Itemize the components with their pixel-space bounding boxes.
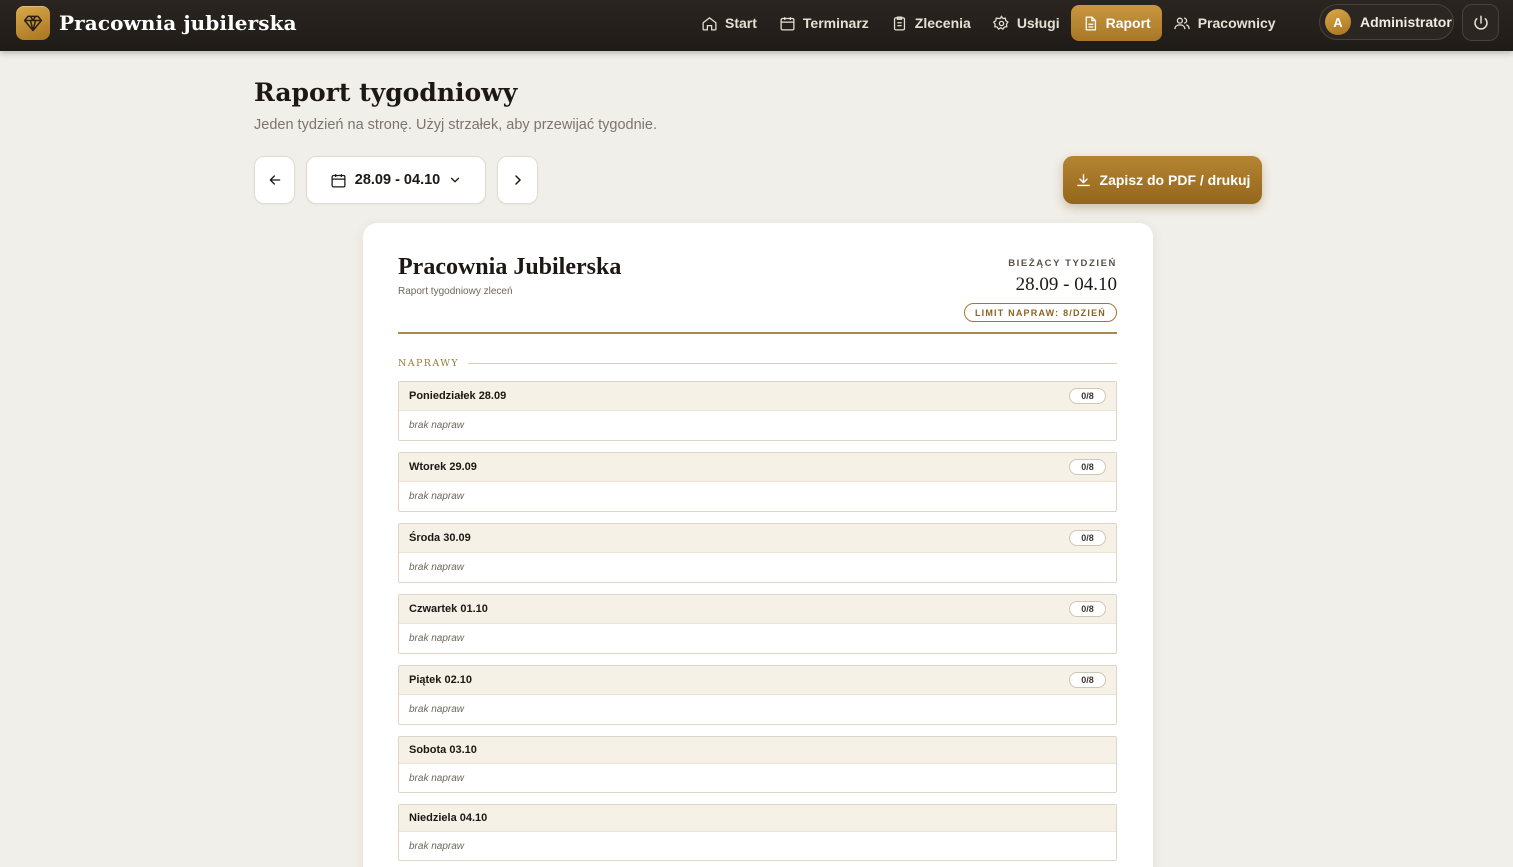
- day-name: Sobota 03.10: [409, 744, 477, 756]
- user-name: Administrator: [1360, 14, 1452, 30]
- nav-item-pracownicy[interactable]: Pracownicy: [1162, 5, 1287, 41]
- day-count-badge: 0/8: [1069, 459, 1106, 475]
- day-header: Niedziela 04.10: [399, 805, 1116, 832]
- chevron-right-icon: [514, 175, 521, 185]
- day-count-badge: 0/8: [1069, 672, 1106, 688]
- day-card-poniedzialek: Poniedziałek 28.09 0/8 brak napraw: [398, 381, 1117, 441]
- day-name: Piątek 02.10: [409, 674, 472, 686]
- day-card-sroda: Środa 30.09 0/8 brak napraw: [398, 523, 1117, 583]
- save-pdf-label: Zapisz do PDF / drukuj: [1099, 172, 1251, 188]
- day-name: Poniedziałek 28.09: [409, 390, 507, 402]
- day-count-badge: 0/8: [1069, 530, 1106, 546]
- nav-item-zlecenia[interactable]: Zlecenia: [880, 5, 982, 41]
- day-name: Czwartek 01.10: [409, 603, 488, 615]
- day-count-badge: 0/8: [1069, 388, 1106, 404]
- day-header: Wtorek 29.09 0/8: [399, 453, 1116, 482]
- nav-item-label: Pracownicy: [1197, 15, 1276, 31]
- report-subtitle: Raport tygodniowy zleceń: [398, 286, 513, 297]
- divider: [398, 332, 1117, 334]
- days-list: Poniedziałek 28.09 0/8 brak napraw Wtore…: [398, 381, 1117, 867]
- power-icon: [1473, 15, 1488, 30]
- week-controls: 28.09 - 04.10: [254, 156, 538, 204]
- avatar: A: [1325, 9, 1351, 35]
- week-selector[interactable]: 28.09 - 04.10: [306, 156, 486, 204]
- week-selector-value: 28.09 - 04.10: [354, 172, 441, 188]
- day-card-czwartek: Czwartek 01.10 0/8 brak napraw: [398, 594, 1117, 654]
- next-week-button[interactable]: [497, 156, 538, 204]
- day-empty-text: brak napraw: [409, 420, 465, 431]
- limit-badge: LIMIT NAPRAW: 8/DZIEŃ: [963, 303, 1117, 322]
- day-card-sobota: Sobota 03.10 brak napraw: [398, 736, 1117, 793]
- day-header: Środa 30.09 0/8: [399, 524, 1116, 553]
- document-icon: [1085, 15, 1096, 31]
- current-week-range: 28.09 - 04.10: [1015, 274, 1117, 295]
- prev-week-button[interactable]: [254, 156, 295, 204]
- calendar-icon: [331, 173, 346, 188]
- save-pdf-button[interactable]: Zapisz do PDF / drukuj: [1063, 156, 1262, 204]
- nav-item-raport[interactable]: Raport: [1070, 5, 1162, 41]
- day-count-badge: 0/8: [1069, 601, 1106, 617]
- day-header: Sobota 03.10: [399, 737, 1116, 764]
- gear-icon: [992, 14, 1009, 30]
- day-card-piatek: Piątek 02.10 0/8 brak napraw: [398, 665, 1117, 725]
- divider: [468, 363, 1117, 364]
- main-nav: Start Terminarz Zlecenia Usługi Raport P…: [690, 5, 1287, 41]
- day-empty-text: brak napraw: [409, 562, 465, 573]
- nav-item-uslugi[interactable]: Usługi: [982, 5, 1071, 41]
- nav-item-label: Zlecenia: [914, 15, 971, 31]
- current-week-label: BIEŻĄCY TYDZIEŃ: [1008, 258, 1117, 269]
- download-icon: [1076, 173, 1090, 186]
- nav-item-start[interactable]: Start: [690, 5, 768, 41]
- page-title: Raport tygodniowy: [254, 78, 518, 107]
- top-bar: Pracownia jubilerska Start Terminarz Zle…: [0, 0, 1513, 51]
- page-subtitle: Jeden tydzień na stronę. Użyj strzałek, …: [254, 117, 657, 133]
- clipboard-icon: [893, 15, 905, 31]
- nav-item-terminarz[interactable]: Terminarz: [768, 5, 880, 41]
- report-title: Pracownia Jubilerska: [398, 254, 622, 280]
- diamond-icon: [16, 6, 50, 40]
- day-empty-text: brak napraw: [409, 633, 465, 644]
- arrow-left-icon: [269, 175, 280, 185]
- section-label-naprawy: NAPRAWY: [398, 358, 460, 369]
- day-name: Niedziela 04.10: [409, 812, 488, 824]
- calendar-icon: [780, 16, 795, 31]
- day-empty-text: brak napraw: [409, 840, 465, 852]
- users-icon: [1173, 17, 1190, 29]
- nav-item-label: Raport: [1105, 15, 1151, 31]
- day-name: Środa 30.09: [409, 532, 471, 544]
- nav-item-label: Terminarz: [802, 15, 869, 31]
- day-empty-text: brak napraw: [409, 491, 465, 502]
- day-card-wtorek: Wtorek 29.09 0/8 brak napraw: [398, 452, 1117, 512]
- day-header: Poniedziałek 28.09 0/8: [399, 382, 1116, 411]
- day-empty-text: brak napraw: [409, 704, 465, 715]
- report-card: Pracownia Jubilerska Raport tygodniowy z…: [363, 223, 1153, 867]
- day-card-niedziela: Niedziela 04.10 brak napraw: [398, 804, 1117, 861]
- day-header: Piątek 02.10 0/8: [399, 666, 1116, 695]
- app-title: Pracownia jubilerska: [59, 11, 297, 35]
- logout-button[interactable]: [1462, 4, 1499, 41]
- home-icon: [702, 16, 717, 31]
- day-name: Wtorek 29.09: [409, 461, 477, 473]
- nav-item-label: Usługi: [1016, 15, 1060, 31]
- nav-item-label: Start: [725, 15, 757, 31]
- day-empty-text: brak napraw: [409, 772, 465, 784]
- chevron-down-icon: [451, 177, 460, 183]
- user-menu[interactable]: A Administrator: [1319, 4, 1454, 40]
- brand[interactable]: Pracownia jubilerska: [16, 6, 297, 40]
- day-header: Czwartek 01.10 0/8: [399, 595, 1116, 624]
